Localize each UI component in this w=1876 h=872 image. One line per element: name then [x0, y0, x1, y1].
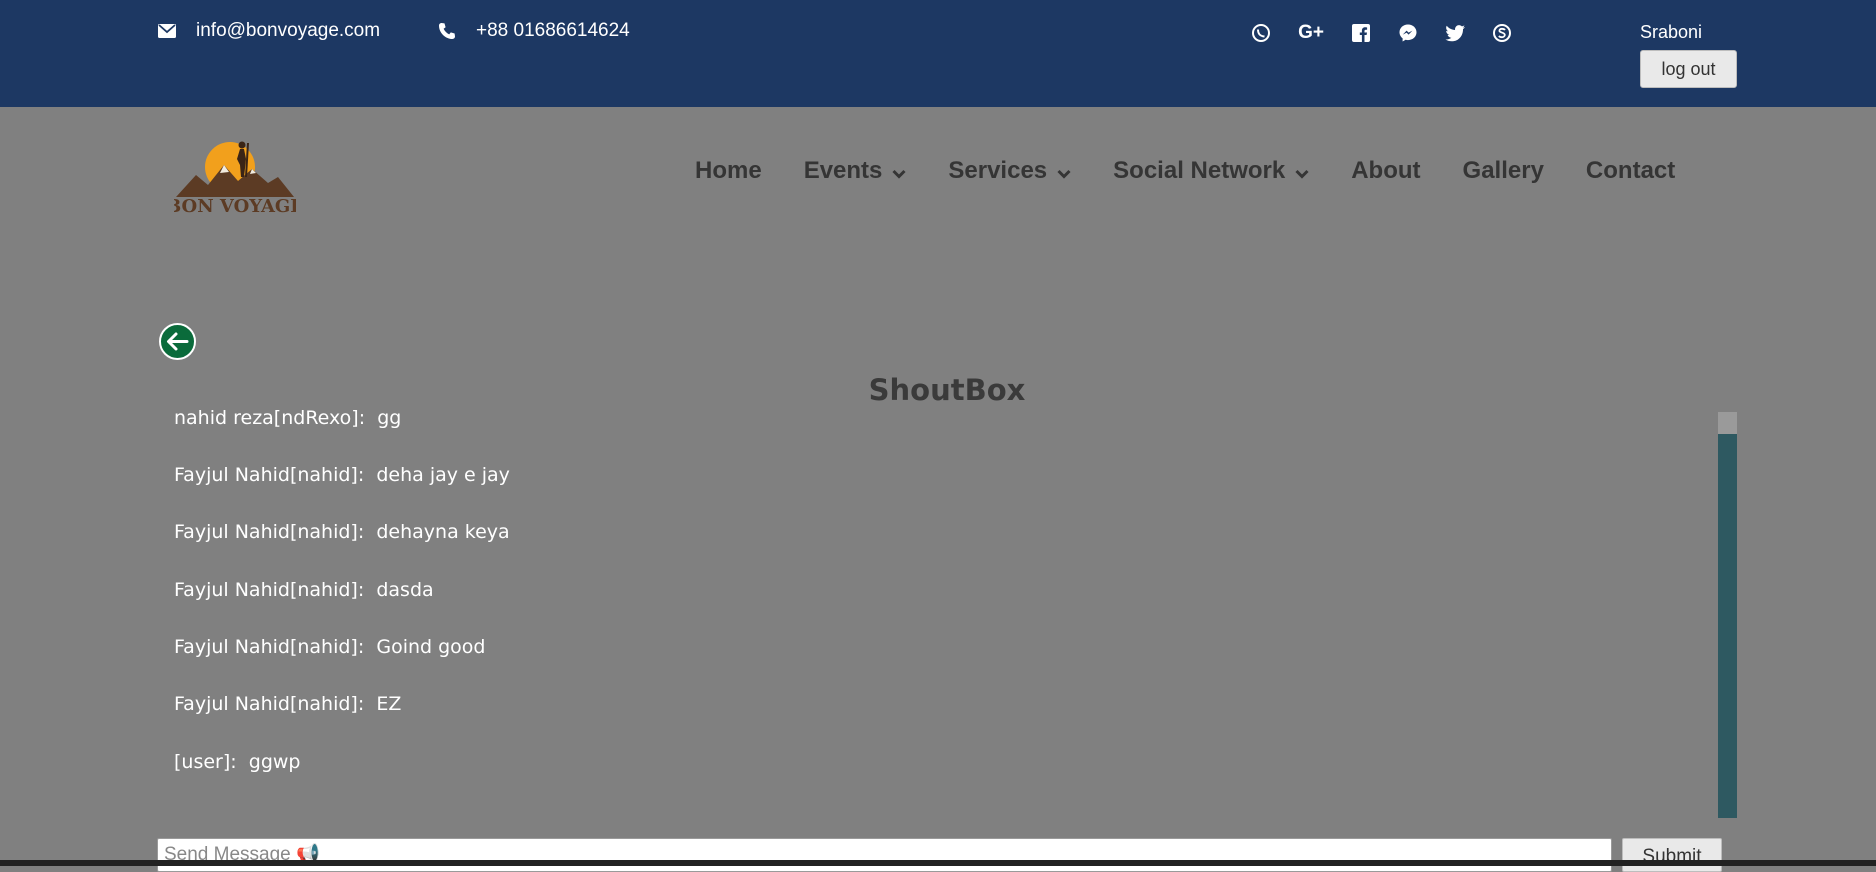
chevron-down-icon: [1057, 169, 1071, 179]
facebook-icon[interactable]: [1348, 20, 1374, 46]
message-user: Fayjul Nahid[nahid]:: [174, 579, 365, 601]
message-user: Fayjul Nahid[nahid]:: [174, 636, 365, 658]
phone-contact[interactable]: +88 01686614624: [438, 20, 630, 42]
nav-label: Events: [803, 157, 883, 184]
message-user: [user]:: [174, 751, 237, 773]
message-user: nahid reza[ndRexo]:: [174, 407, 366, 429]
shoutbox-messages[interactable]: nahid reza[ndRexo]: gg Fayjul Nahid[nahi…: [174, 392, 1714, 819]
nav-label: Contact: [1585, 157, 1676, 184]
message-text: deha jay e jay: [376, 464, 510, 486]
submit-button[interactable]: Submit: [1622, 838, 1722, 872]
nav-item-home[interactable]: Home: [695, 157, 762, 185]
bottom-edge: [0, 860, 1876, 866]
viber-icon[interactable]: [1248, 20, 1274, 46]
message-item: Fayjul Nahid[nahid]: dehayna keya: [174, 521, 510, 543]
main-navbar: BON VOYAGE Home Events Services Social N…: [0, 107, 1876, 237]
google-plus-icon[interactable]: G+: [1295, 20, 1327, 46]
email-contact[interactable]: info@bonvoyage.com: [158, 20, 380, 42]
chevron-down-icon: [1295, 169, 1309, 179]
message-text: Goind good: [376, 636, 486, 658]
email-text: info@bonvoyage.com: [196, 20, 381, 41]
phone-icon: [439, 23, 455, 39]
nav-item-gallery[interactable]: Gallery: [1463, 157, 1544, 185]
message-text: dehayna keya: [376, 521, 510, 543]
message-text: gg: [377, 407, 402, 429]
top-bar: info@bonvoyage.com +88 01686614624 G+ Sr…: [0, 0, 1876, 107]
nav-menu: Home Events Services Social Network Abou…: [695, 157, 1675, 185]
message-item: nahid reza[ndRexo]: gg: [174, 407, 401, 429]
message-item: Fayjul Nahid[nahid]: dasda: [174, 579, 434, 601]
send-message-input[interactable]: [157, 838, 1612, 872]
nav-label: Home: [695, 157, 762, 184]
nav-label: About: [1351, 157, 1421, 184]
logo-text: BON VOYAGE: [174, 196, 296, 217]
message-item: [user]: ggwp: [174, 751, 301, 773]
message-text: EZ: [376, 693, 402, 715]
nav-item-about[interactable]: About: [1351, 157, 1420, 185]
nav-label: Social Network: [1113, 157, 1286, 184]
logout-button[interactable]: log out: [1640, 50, 1737, 88]
message-user: Fayjul Nahid[nahid]:: [174, 693, 365, 715]
messages-scrollbar[interactable]: [1718, 412, 1737, 818]
message-text: ggwp: [248, 751, 301, 773]
message-user: Fayjul Nahid[nahid]:: [174, 521, 365, 543]
message-item: Fayjul Nahid[nahid]: Goind good: [174, 636, 485, 658]
twitter-icon[interactable]: [1442, 20, 1468, 46]
nav-item-services[interactable]: Services: [948, 157, 1071, 185]
nav-item-contact[interactable]: Contact: [1586, 157, 1675, 185]
message-text: dasda: [376, 579, 434, 601]
messages-scrollbar-thumb[interactable]: [1718, 412, 1737, 434]
user-name: Sraboni: [1640, 22, 1703, 42]
message-item: Fayjul Nahid[nahid]: deha jay e jay: [174, 464, 510, 486]
nav-label: Services: [948, 157, 1048, 184]
social-icons: G+: [1248, 20, 1536, 46]
nav-item-events[interactable]: Events: [804, 157, 907, 185]
message-user: Fayjul Nahid[nahid]:: [174, 464, 365, 486]
nav-label: Gallery: [1462, 157, 1544, 184]
skype-icon[interactable]: [1489, 20, 1515, 46]
back-arrow-icon[interactable]: [159, 323, 196, 360]
nav-item-social-network[interactable]: Social Network: [1113, 157, 1309, 185]
chevron-down-icon: [892, 169, 906, 179]
phone-text: +88 01686614624: [476, 20, 630, 41]
message-item: Fayjul Nahid[nahid]: EZ: [174, 693, 401, 715]
bon-voyage-logo[interactable]: BON VOYAGE: [166, 137, 304, 219]
envelope-icon: [158, 24, 176, 38]
messenger-icon[interactable]: [1395, 20, 1421, 46]
